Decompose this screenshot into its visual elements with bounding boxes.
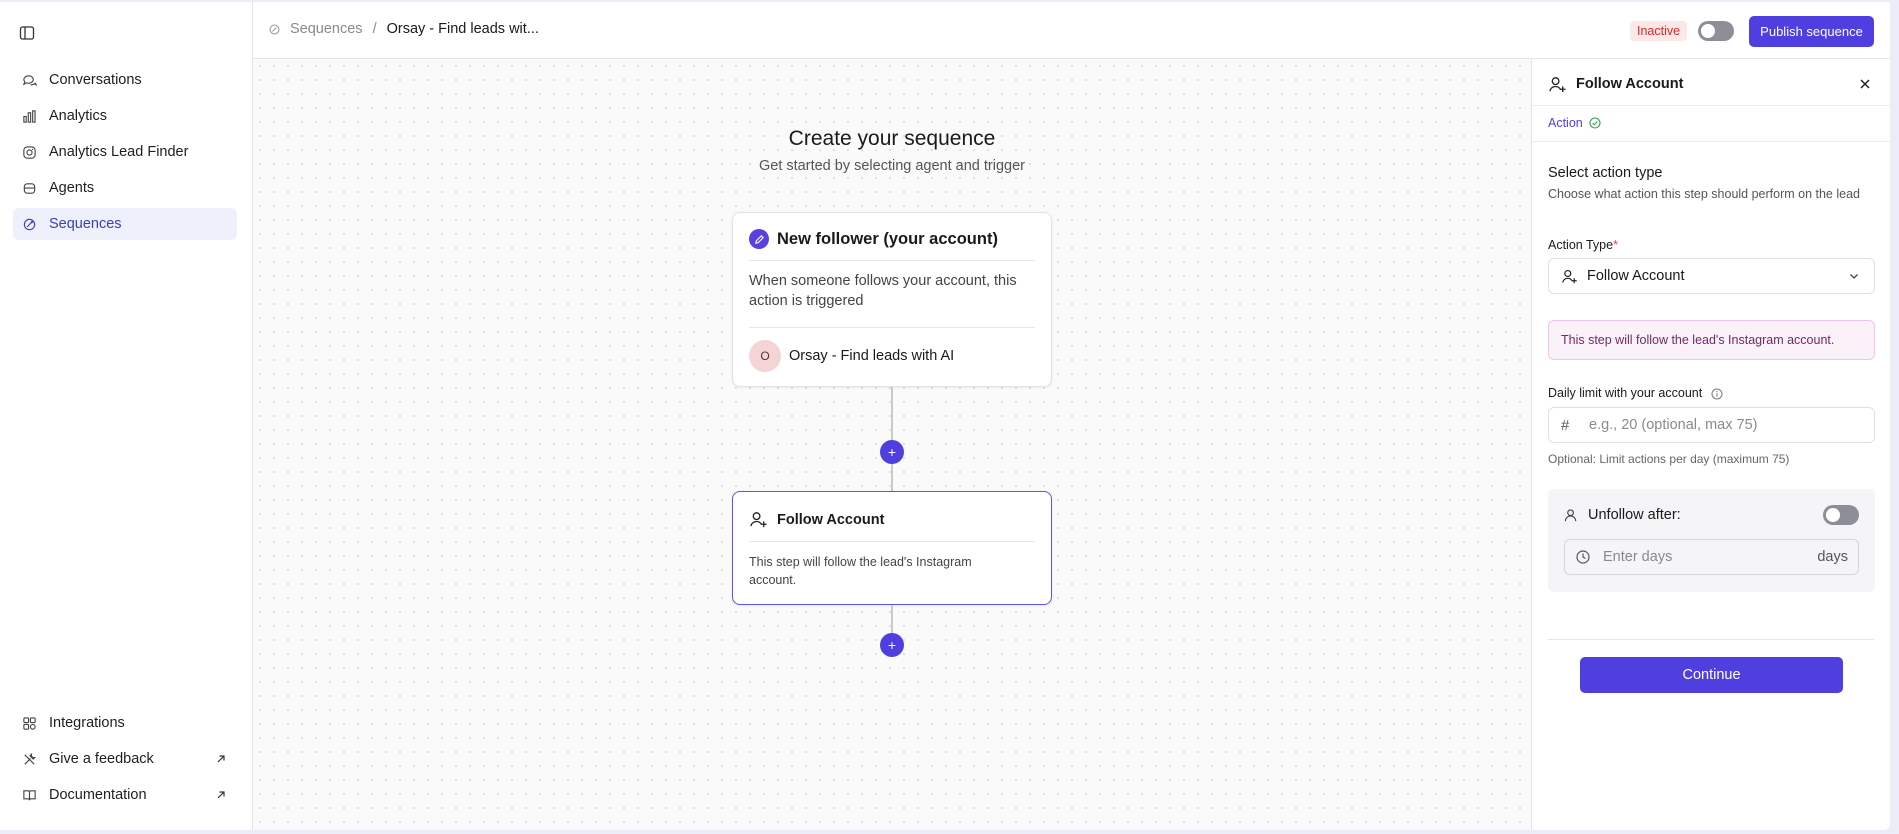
breadcrumb-separator: / xyxy=(372,21,377,37)
info-icon[interactable] xyxy=(1711,388,1723,400)
user-icon xyxy=(1564,507,1580,523)
grid-icon xyxy=(21,715,37,731)
sidebar-item-documentation[interactable]: Documentation xyxy=(13,779,237,811)
sidebar-item-agents[interactable]: Agents xyxy=(13,172,237,204)
unfollow-header: Unfollow after: xyxy=(1564,505,1859,525)
daily-limit-input[interactable] xyxy=(1589,417,1849,433)
sequence-icon xyxy=(21,216,37,232)
daily-limit-label-text: Daily limit with your account xyxy=(1548,386,1703,400)
sidebar-item-integrations[interactable]: Integrations xyxy=(13,707,237,739)
tools-icon xyxy=(21,751,37,767)
user-plus-icon xyxy=(1561,267,1579,285)
agent-name: Orsay - Find leads with AI xyxy=(789,348,955,364)
trigger-description: When someone follows your account, this … xyxy=(749,273,1017,309)
book-icon xyxy=(21,787,37,803)
connector-line xyxy=(891,605,893,635)
daily-limit-help: Optional: Limit actions per day (maximum… xyxy=(1548,452,1790,466)
action-title: Follow Account xyxy=(777,511,885,528)
clock-icon xyxy=(1575,549,1591,565)
sidebar-item-analytics[interactable]: Analytics xyxy=(13,100,237,132)
unfollow-toggle[interactable] xyxy=(1823,505,1859,525)
daily-limit-field[interactable]: # xyxy=(1548,407,1875,443)
sidebar-item-label: Agents xyxy=(49,180,95,196)
user-plus-icon xyxy=(749,510,769,530)
unfollow-days-field[interactable]: days xyxy=(1564,539,1859,575)
sidebar-bottom-nav: Integrations Give a feedback Documentati… xyxy=(13,707,237,815)
action-info-box: This step will follow the lead's Instagr… xyxy=(1548,320,1875,360)
sequence-canvas: Create your sequence Get started by sele… xyxy=(253,59,1531,830)
days-suffix: days xyxy=(1817,549,1848,565)
sidebar-item-label: Analytics Lead Finder xyxy=(49,144,189,160)
sidebar-item-label: Documentation xyxy=(49,787,147,803)
tab-action-label: Action xyxy=(1548,116,1583,130)
continue-button[interactable]: Continue xyxy=(1580,657,1843,693)
sidebar-item-sequences[interactable]: Sequences xyxy=(13,208,237,240)
canvas-subtitle: Get started by selecting agent and trigg… xyxy=(759,158,1025,174)
close-icon[interactable] xyxy=(1856,75,1874,93)
breadcrumb-sequences-link[interactable]: Sequences xyxy=(290,21,363,37)
sidebar: Conversations Analytics Analytics Lead F… xyxy=(0,2,253,830)
required-mark: * xyxy=(1613,238,1618,252)
connector-line xyxy=(891,387,893,491)
sidebar-item-give-feedback[interactable]: Give a feedback xyxy=(13,743,237,775)
daily-limit-label: Daily limit with your account xyxy=(1548,386,1723,400)
sidebar-item-label: Integrations xyxy=(49,715,125,731)
external-link-icon xyxy=(215,789,227,801)
divider xyxy=(749,327,1035,328)
breadcrumb: Sequences / Orsay - Find leads wit... xyxy=(268,21,539,37)
sidebar-nav: Conversations Analytics Analytics Lead F… xyxy=(13,64,237,244)
divider xyxy=(1532,141,1890,142)
action-type-label: Action Type* xyxy=(1548,238,1618,252)
canvas-title: Create your sequence xyxy=(788,127,996,150)
action-card[interactable]: Follow Account This step will follow the… xyxy=(732,491,1052,605)
action-card-header: Follow Account xyxy=(749,506,1035,542)
action-type-value: Follow Account xyxy=(1587,268,1685,284)
action-description: This step will follow the lead's Instagr… xyxy=(749,555,972,587)
panel-header: Follow Account xyxy=(1548,72,1874,96)
sequence-icon xyxy=(268,22,282,36)
sidebar-item-label: Sequences xyxy=(49,216,122,232)
unfollow-label: Unfollow after: xyxy=(1588,507,1681,523)
external-link-icon xyxy=(215,753,227,765)
divider xyxy=(1532,105,1890,106)
sidebar-item-label: Conversations xyxy=(49,72,142,88)
sidebar-item-conversations[interactable]: Conversations xyxy=(13,64,237,96)
sidebar-item-analytics-lead-finder[interactable]: Analytics Lead Finder xyxy=(13,136,237,168)
section-title: Select action type xyxy=(1548,165,1663,181)
instagram-icon xyxy=(21,144,37,160)
pencil-icon xyxy=(749,229,769,249)
trigger-title: New follower (your account) xyxy=(777,230,998,248)
divider xyxy=(1548,639,1874,640)
avatar: O xyxy=(749,340,781,372)
add-step-button[interactable]: + xyxy=(880,633,904,657)
unfollow-days-input[interactable] xyxy=(1603,549,1803,565)
top-header: Sequences / Orsay - Find leads wit... In… xyxy=(253,2,1890,59)
sequence-active-toggle[interactable] xyxy=(1698,21,1734,41)
add-step-button[interactable]: + xyxy=(880,440,904,464)
action-type-label-text: Action Type xyxy=(1548,238,1614,252)
tab-action[interactable]: Action xyxy=(1548,116,1601,130)
bar-chart-icon xyxy=(21,108,37,124)
action-type-select[interactable]: Follow Account xyxy=(1548,258,1875,294)
status-badge: Inactive xyxy=(1630,21,1688,41)
bot-icon xyxy=(21,180,37,196)
trigger-card-header: New follower (your account) xyxy=(749,229,1035,261)
trigger-card[interactable]: New follower (your account) When someone… xyxy=(732,212,1052,387)
user-plus-icon xyxy=(1548,74,1568,94)
step-settings-panel: Follow Account Action Select action type… xyxy=(1531,59,1890,830)
unfollow-section: Unfollow after: days xyxy=(1548,489,1875,592)
panel-title: Follow Account xyxy=(1576,76,1684,92)
sidebar-item-label: Analytics xyxy=(49,108,108,124)
sidebar-item-label: Give a feedback xyxy=(49,751,154,767)
hash-icon: # xyxy=(1561,416,1570,434)
check-circle-icon xyxy=(1589,117,1601,129)
chevron-down-icon xyxy=(1848,269,1862,283)
publish-sequence-button[interactable]: Publish sequence xyxy=(1749,16,1874,47)
breadcrumb-current: Orsay - Find leads wit... xyxy=(386,21,539,37)
sidebar-panel-icon[interactable] xyxy=(17,23,37,43)
app-window: Conversations Analytics Analytics Lead F… xyxy=(0,2,1890,830)
agent-row: O Orsay - Find leads with AI xyxy=(749,340,954,372)
section-subtitle: Choose what action this step should perf… xyxy=(1548,187,1860,201)
chat-bubbles-icon xyxy=(21,72,37,88)
